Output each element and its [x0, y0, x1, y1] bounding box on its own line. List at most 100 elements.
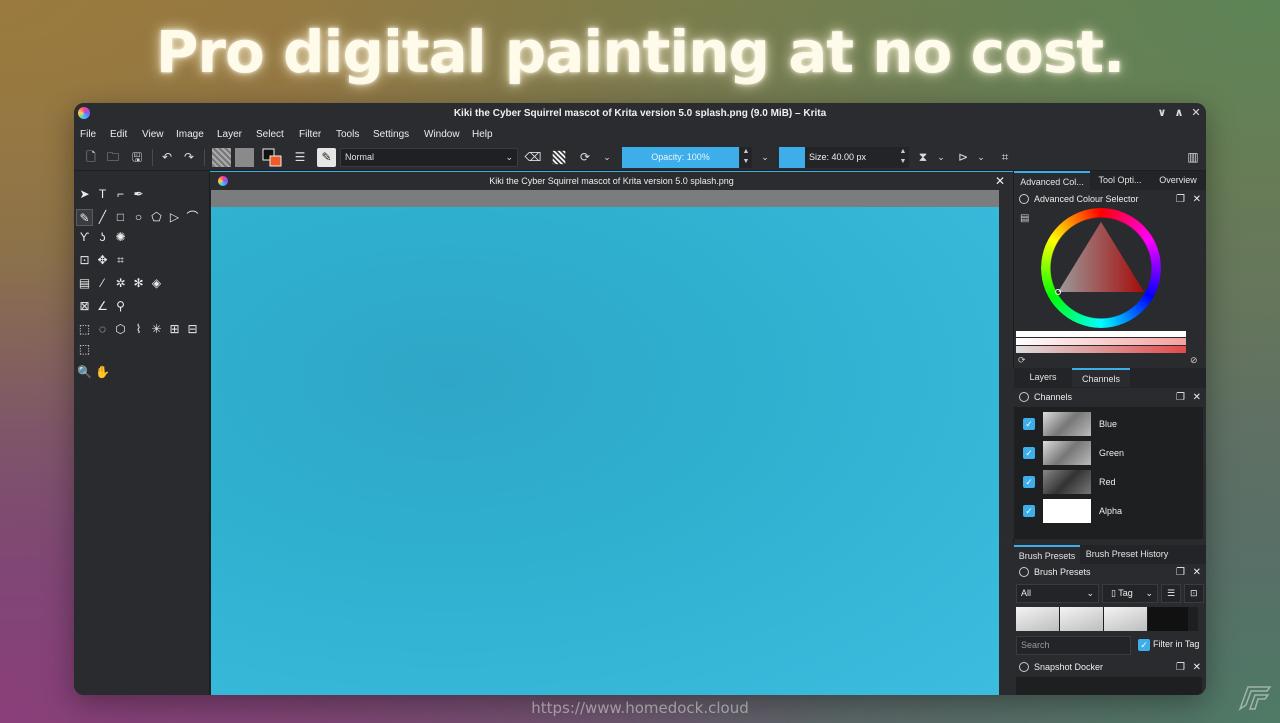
tab-layers[interactable]: Layers — [1014, 368, 1072, 387]
dock-lock-icon[interactable] — [1019, 662, 1029, 672]
fill-tool-icon[interactable]: ◈ — [148, 275, 165, 292]
polygon-tool-icon[interactable]: ⬠ — [148, 209, 165, 226]
bezier-tool-icon[interactable]: ⌒ — [184, 209, 201, 226]
multibrush-icon[interactable]: ✺ — [112, 229, 129, 246]
document-tab[interactable]: Kiki the Cyber Squirrel mascot of Krita … — [210, 171, 1013, 190]
close-icon[interactable]: ✕ — [1193, 660, 1201, 675]
magnetic-selection-icon[interactable]: ⬚ — [76, 341, 93, 358]
brush-preset-thumbnail[interactable] — [1016, 607, 1059, 631]
brush-search-input[interactable]: Search — [1016, 636, 1131, 655]
menu-image[interactable]: Image — [176, 129, 204, 140]
gradient-tool-icon[interactable]: ▤ — [76, 275, 93, 292]
zoom-tool-icon[interactable]: 🔍 — [76, 364, 93, 381]
dock-lock-icon[interactable] — [1019, 194, 1029, 204]
opacity-stepper[interactable]: ▲ ▼ — [740, 147, 752, 168]
list-item[interactable]: ✓ Green — [1017, 439, 1203, 468]
float-icon[interactable]: ❐ — [1176, 390, 1185, 405]
line-tool-icon[interactable]: ╱ — [94, 209, 111, 226]
open-document-icon[interactable]: 🗀 — [104, 148, 122, 167]
colour-slider-2[interactable] — [1016, 346, 1186, 353]
text-tool-icon[interactable]: T — [94, 186, 111, 203]
colourize-mask-icon[interactable]: ✻ — [130, 275, 147, 292]
list-item[interactable]: ✓ Red — [1017, 468, 1203, 497]
brush-preset-icon[interactable]: ✎ — [317, 148, 336, 167]
smart-patch-icon[interactable]: ✲ — [112, 275, 129, 292]
freehand-brush-icon[interactable]: ✎ — [76, 209, 93, 226]
menu-tools[interactable]: Tools — [336, 129, 359, 140]
freehand-selection-icon[interactable]: ⌇ — [130, 321, 147, 338]
colour-wheel[interactable] — [1041, 208, 1161, 328]
pattern-preset-icon[interactable] — [235, 148, 254, 167]
calligraphy-icon[interactable]: ✒ — [130, 186, 147, 203]
brush-preset-thumbnail[interactable] — [1060, 607, 1103, 631]
close-document-icon[interactable]: ✕ — [995, 172, 1005, 191]
check-icon[interactable]: ✓ — [1023, 505, 1035, 517]
tab-overview[interactable]: Overview — [1150, 171, 1206, 190]
chevron-down-icon[interactable]: ⌄ — [758, 148, 772, 167]
chevron-down-icon[interactable]: ⌄ — [600, 148, 614, 167]
edit-shapes-icon[interactable]: ⌐ — [112, 186, 129, 203]
similar-selection-icon[interactable]: ⊞ — [166, 321, 183, 338]
chevron-down-icon[interactable]: ⌄ — [934, 148, 948, 167]
select-shapes-icon[interactable]: ➤ — [76, 186, 93, 203]
measure-tool-icon[interactable]: ∠ — [94, 298, 111, 315]
check-icon[interactable]: ✓ — [1138, 639, 1150, 651]
transform-tool-icon[interactable]: ⊡ — [76, 252, 93, 269]
workspace-icon[interactable]: ▥ — [1184, 148, 1202, 167]
close-icon[interactable]: ✕ — [1193, 192, 1201, 207]
menu-filter[interactable]: Filter — [299, 129, 321, 140]
docker-scrollbar[interactable] — [1000, 368, 1014, 538]
brush-filter-select[interactable]: All ⌄ — [1016, 584, 1099, 603]
refresh-icon[interactable]: ⟳ — [1018, 355, 1026, 366]
menu-edit[interactable]: Edit — [110, 129, 127, 140]
menu-help[interactable]: Help — [472, 129, 493, 140]
polyline-tool-icon[interactable]: ▷ — [166, 209, 183, 226]
tab-brush-preset-history[interactable]: Brush Preset History — [1082, 545, 1172, 564]
redo-icon[interactable]: ↷ — [180, 148, 198, 167]
menu-layer[interactable]: Layer — [217, 129, 242, 140]
check-icon[interactable]: ✓ — [1023, 418, 1035, 430]
minimize-button[interactable]: ∨ — [1154, 103, 1170, 124]
float-icon[interactable]: ❐ — [1176, 192, 1185, 207]
rectangular-selection-icon[interactable]: ⬚ — [76, 321, 93, 338]
tab-advanced-colour[interactable]: Advanced Col... — [1014, 171, 1090, 190]
maximize-button[interactable]: ∧ — [1171, 103, 1187, 124]
size-stepper[interactable]: ▲ ▼ — [897, 147, 909, 168]
undo-icon[interactable]: ↶ — [158, 148, 176, 167]
import-icon[interactable]: ⊡ — [1184, 584, 1204, 603]
new-document-icon[interactable]: 🗋 — [82, 148, 100, 167]
dock-lock-icon[interactable] — [1019, 567, 1029, 577]
menu-select[interactable]: Select — [256, 129, 284, 140]
docker-scrollbar[interactable] — [1000, 544, 1014, 695]
close-icon[interactable]: ✕ — [1193, 390, 1201, 405]
assistant-tool-icon[interactable]: ⊠ — [76, 298, 93, 315]
colour-settings-icon[interactable]: ▤ — [1020, 213, 1029, 224]
reload-preset-icon[interactable]: ⟳ — [576, 148, 594, 167]
menu-file[interactable]: File — [80, 129, 96, 140]
colour-picker-icon[interactable]: ⁄ — [94, 275, 111, 292]
gradient-preset-icon[interactable] — [212, 148, 231, 167]
reference-images-icon[interactable]: ⚲ — [112, 298, 129, 315]
mirror-horizontal-icon[interactable]: ⧗ — [914, 148, 932, 167]
wrap-around-icon[interactable]: ⌗ — [996, 148, 1014, 167]
blend-mode-select[interactable]: Normal ⌄ — [340, 148, 518, 167]
move-tool-icon[interactable]: ✥ — [94, 252, 111, 269]
eraser-icon[interactable]: ⌫ — [524, 148, 542, 167]
list-item[interactable]: ✓ Alpha — [1017, 497, 1203, 526]
close-window-button[interactable]: ✕ — [1188, 103, 1204, 124]
canvas[interactable] — [211, 207, 999, 695]
tab-tool-options[interactable]: Tool Opti... — [1092, 171, 1148, 190]
float-icon[interactable]: ❐ — [1176, 565, 1185, 580]
tab-channels[interactable]: Channels — [1072, 368, 1130, 387]
pan-tool-icon[interactable]: ✋ — [94, 364, 111, 381]
rectangle-tool-icon[interactable]: □ — [112, 209, 129, 226]
menu-window[interactable]: Window — [424, 129, 460, 140]
menu-settings[interactable]: Settings — [373, 129, 409, 140]
freehand-path-icon[interactable]: ϒ — [76, 229, 93, 246]
colour-slider-1[interactable] — [1016, 338, 1186, 345]
brush-preset-thumbnail[interactable] — [1104, 607, 1147, 631]
polygonal-selection-icon[interactable]: ⬡ — [112, 321, 129, 338]
check-icon[interactable]: ✓ — [1023, 476, 1035, 488]
size-slider[interactable]: Size: 40.00 px — [779, 147, 897, 168]
bezier-selection-icon[interactable]: ⊟ — [184, 321, 201, 338]
